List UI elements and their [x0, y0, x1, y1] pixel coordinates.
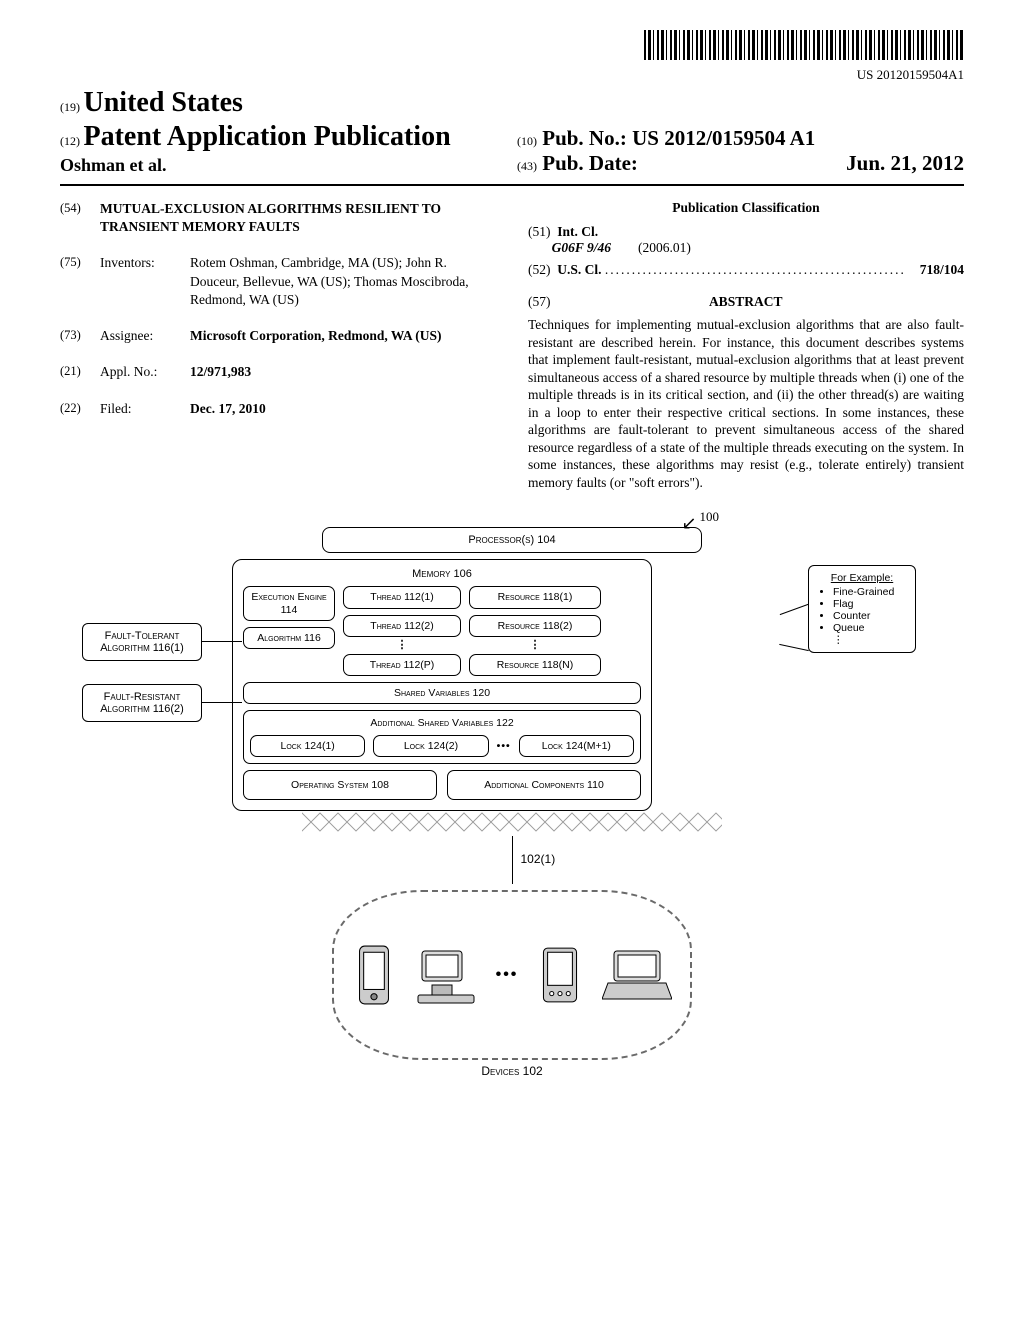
lock-box: Lock 124(1) [250, 735, 365, 757]
devices-label: Devices 102 [232, 1064, 792, 1078]
execution-engine-box: Execution Engine 114 [243, 586, 335, 620]
additional-shared-box: Additional Shared Variables 122 Lock 124… [243, 710, 641, 764]
code-21: (21) [60, 363, 100, 381]
uscl-label: U.S. Cl. [557, 262, 601, 277]
filed-label: Filed: [100, 400, 190, 418]
left-column: (54) MUTUAL-EXCLUSION ALGORITHMS RESILIE… [60, 200, 496, 491]
ellipsis-icon: ••• [497, 740, 511, 752]
callout-line [779, 644, 809, 651]
intcl-date: (2006.01) [638, 240, 691, 255]
figure-1: 100 Fault-Tolerant Algorithm 116(1) Faul… [60, 527, 964, 1078]
applno-label: Appl. No.: [100, 363, 190, 381]
abstract-text: Techniques for implementing mutual-exclu… [528, 316, 964, 491]
example-heading: For Example: [819, 572, 905, 584]
callout-line [202, 702, 242, 703]
example-item: ⋮ [833, 634, 905, 646]
resource-box: Resource 118(2) [469, 615, 601, 637]
inventors: Rotem Oshman, Cambridge, MA (US); John R… [190, 254, 496, 309]
applno: 12/971,983 [190, 363, 496, 381]
assignee-label: Assignee: [100, 327, 190, 345]
invention-title: MUTUAL-EXCLUSION ALGORITHMS RESILIENT TO… [100, 200, 496, 236]
pub-classification-heading: Publication Classification [528, 200, 964, 216]
country-title: United States [84, 87, 243, 118]
operating-system-box: Operating System 108 [243, 770, 437, 800]
abstract-heading: ABSTRACT [554, 294, 938, 310]
callout-line [780, 604, 809, 615]
header: (19) United States (12) Patent Applicati… [60, 87, 964, 176]
code-51: (51) [528, 224, 551, 239]
callout-line [202, 641, 242, 642]
example-item: Counter [833, 610, 905, 622]
memory-box: Memory 106 Execution Engine 114 Algorith… [232, 559, 652, 811]
algorithm-box: Algorithm 116 [243, 627, 335, 649]
uscl-value: 718/104 [920, 262, 964, 278]
pub-no-label: Pub. No.: [542, 126, 627, 150]
lead-label: 102(1) [521, 852, 556, 866]
pda-device-icon [538, 944, 582, 1006]
phone-device-icon [352, 944, 396, 1006]
memory-title: Memory 106 [243, 568, 641, 580]
laptop-device-icon [602, 944, 672, 1006]
code-10: (10) [517, 134, 537, 148]
ellipsis-icon: ••• [496, 966, 519, 984]
code-57: (57) [528, 294, 551, 309]
example-item: Flag [833, 598, 905, 610]
lead-line: 102(1) [512, 836, 513, 884]
publication-type: Patent Application Publication [84, 121, 451, 152]
code-52: (52) [528, 262, 551, 277]
code-73: (73) [60, 327, 100, 345]
resource-box: Resource 118(N) [469, 654, 601, 676]
example-item: Queue [833, 622, 905, 634]
processors-box: Processor(s) 104 [322, 527, 702, 553]
assignee: Microsoft Corporation, Redmond, WA (US) [190, 327, 496, 345]
lock-box: Lock 124(M+1) [519, 735, 634, 757]
barcode-graphic [644, 30, 964, 60]
additional-components-box: Additional Components 110 [447, 770, 641, 800]
pub-date: Jun. 21, 2012 [846, 151, 964, 176]
callout-fault-resistant: Fault-Resistant Algorithm 116(2) [82, 684, 202, 722]
pub-date-label: Pub. Date: [542, 151, 638, 175]
pub-no: US 2012/0159504 A1 [632, 126, 815, 150]
code-22: (22) [60, 400, 100, 418]
devices-cloud: ••• [332, 890, 692, 1060]
code-54: (54) [60, 200, 100, 236]
lock-box: Lock 124(2) [373, 735, 488, 757]
callout-example: For Example: Fine-Grained Flag Counter Q… [808, 565, 916, 653]
burst-separator [302, 808, 722, 836]
resource-box: Resource 118(1) [469, 586, 601, 608]
uscl-dots: ........................................… [605, 262, 906, 277]
thread-box: Thread 112(P) [343, 654, 461, 676]
inventors-label: Inventors: [100, 254, 190, 309]
thread-box: Thread 112(1) [343, 586, 461, 608]
code-43: (43) [517, 159, 537, 173]
shared-variables-box: Shared Variables 120 [243, 682, 641, 704]
intcl-code: G06F 9/46 [552, 240, 611, 255]
code-19: (19) [60, 100, 80, 114]
thread-box: Thread 112(2) [343, 615, 461, 637]
vdots-icon: ⋮ [343, 643, 461, 649]
ref-100: 100 [700, 509, 720, 525]
right-column: Publication Classification (51) Int. Cl.… [528, 200, 964, 491]
example-item: Fine-Grained [833, 586, 905, 598]
code-75: (75) [60, 254, 100, 309]
callout-fault-tolerant: Fault-Tolerant Algorithm 116(1) [82, 623, 202, 661]
barcode-region: US 20120159504A1 [60, 30, 964, 83]
intcl-label: Int. Cl. [557, 224, 598, 239]
vdots-icon: ⋮ [469, 643, 601, 649]
filed: Dec. 17, 2010 [190, 400, 496, 418]
desktop-device-icon [416, 944, 476, 1006]
code-12: (12) [60, 134, 80, 148]
header-rule [60, 184, 964, 186]
barcode-label: US 20120159504A1 [60, 67, 964, 83]
authors-line: Oshman et al. [60, 155, 507, 176]
